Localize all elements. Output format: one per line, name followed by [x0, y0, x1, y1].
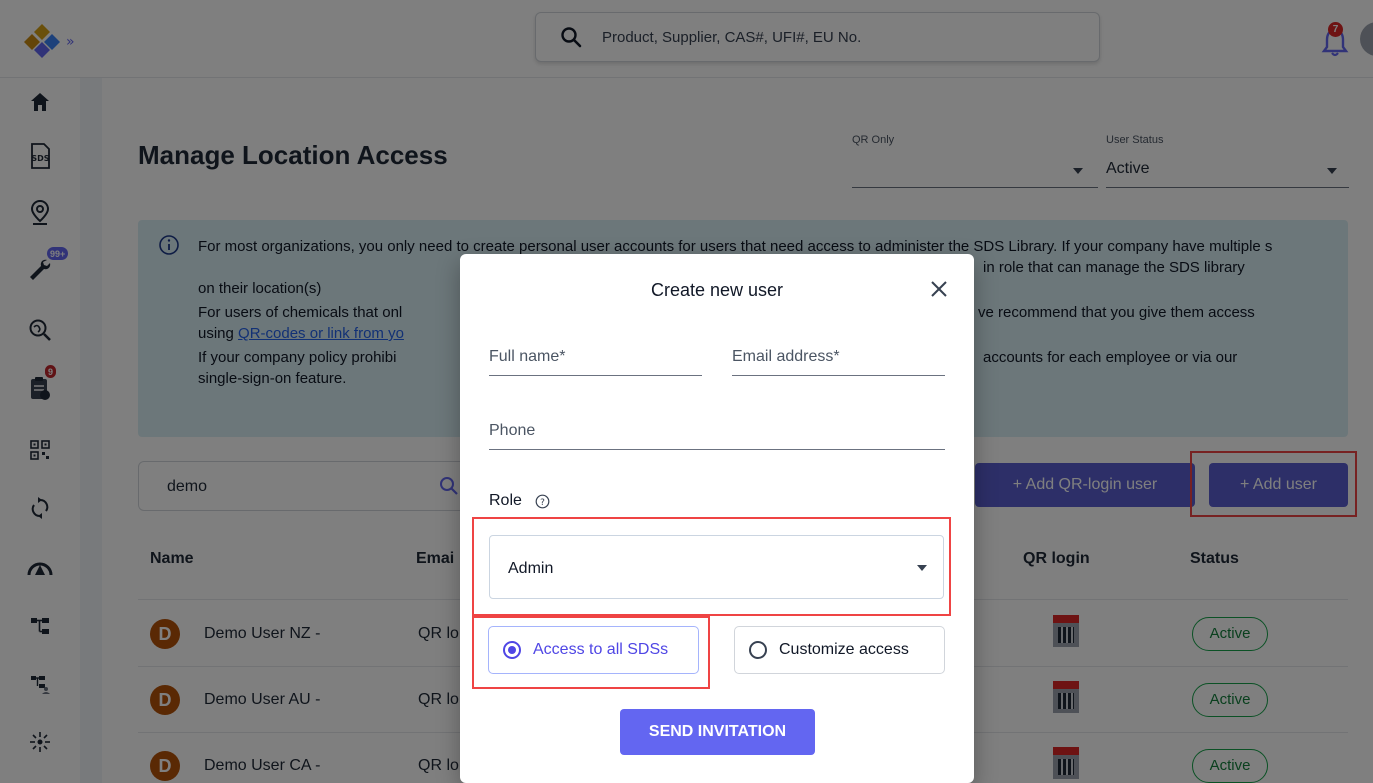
svg-text:?: ? [540, 498, 545, 508]
email-field[interactable]: Email address* [732, 348, 945, 376]
help-icon[interactable]: ? [535, 494, 550, 509]
full-name-placeholder: Full name* [489, 348, 566, 365]
send-invitation-button[interactable]: SEND INVITATION [620, 709, 815, 755]
role-select[interactable]: Admin [489, 535, 944, 599]
customize-access-radio[interactable]: Customize access [734, 626, 945, 674]
customize-access-label: Customize access [779, 641, 909, 658]
phone-field[interactable]: Phone [489, 422, 945, 450]
role-label: Role [489, 492, 522, 509]
dialog-title: Create new user [650, 280, 784, 300]
phone-placeholder: Phone [489, 422, 536, 439]
email-underline [732, 375, 945, 376]
role-value: Admin [508, 560, 554, 577]
phone-underline [489, 449, 945, 450]
close-icon[interactable] [928, 278, 950, 300]
full-name-field[interactable]: Full name* [489, 348, 702, 376]
access-all-sdss-radio[interactable]: Access to all SDSs [488, 626, 699, 674]
access-all-label: Access to all SDSs [533, 641, 669, 658]
create-user-dialog: Create new user Full name* Email address… [460, 254, 974, 783]
radio-selected-icon [503, 641, 521, 659]
chevron-down-icon [917, 565, 927, 571]
full-name-underline [489, 375, 702, 376]
email-placeholder: Email address* [732, 348, 840, 365]
radio-unselected-icon [749, 641, 767, 659]
app-window: » Product, Supplier, CAS#, UFI#, EU No. … [0, 0, 1373, 783]
